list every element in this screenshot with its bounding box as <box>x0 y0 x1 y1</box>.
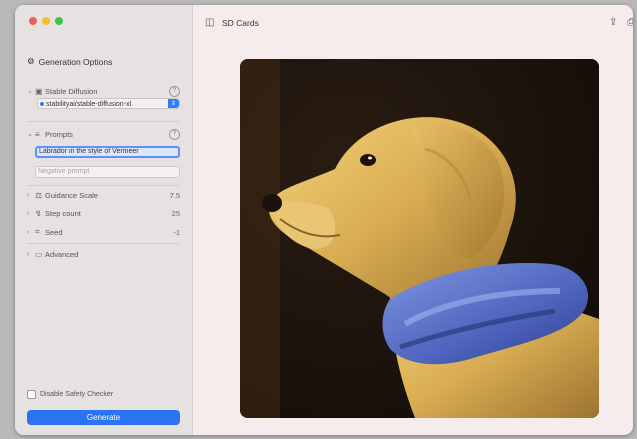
app-window: ⚙ Generation Options ⌄ ▣ Stable Diffusio… <box>15 5 633 435</box>
chevron-right-icon[interactable]: › <box>27 229 35 236</box>
zoom-window-button[interactable] <box>55 17 63 25</box>
advanced-icon: ▭ <box>35 249 43 259</box>
divider <box>27 243 180 244</box>
chevron-right-icon[interactable]: › <box>27 210 35 217</box>
guidance-scale-label: Guidance Scale <box>45 190 98 200</box>
generated-image <box>240 59 599 418</box>
help-icon[interactable]: ? <box>169 128 180 140</box>
model-label: Stable Diffusion <box>45 86 98 96</box>
prompts-disclosure[interactable]: ⌄ ≡ Prompts ? <box>27 128 180 140</box>
guidance-scale-value: 7.5 <box>169 190 180 200</box>
seed-icon: ⌗ <box>35 227 40 236</box>
step-count-row[interactable]: › ↯ Step count 25 <box>27 207 180 219</box>
help-icon[interactable]: ? <box>169 85 180 97</box>
toolbar-title: SD Cards <box>222 18 259 28</box>
generation-options-header: ⚙ Generation Options <box>27 56 112 67</box>
safety-checker-label: Disable Safety Checker <box>40 391 114 398</box>
text-icon: ≡ <box>35 129 40 139</box>
chevron-right-icon[interactable]: › <box>27 192 35 199</box>
close-window-button[interactable] <box>29 17 37 25</box>
model-select[interactable]: stabilityai/stable-diffusion-xl ⇕ <box>37 98 180 109</box>
save-icon[interactable]: ⎙ <box>627 17 633 28</box>
advanced-row[interactable]: › ▭ Advanced <box>27 248 180 260</box>
dog-portrait-image <box>240 59 599 418</box>
divider <box>27 185 180 186</box>
generation-options-title: Generation Options <box>38 56 113 67</box>
generate-button[interactable]: Generate <box>27 410 180 425</box>
seed-label: Seed <box>45 227 63 237</box>
select-arrow-icon[interactable]: ⇕ <box>168 99 179 108</box>
sliders-icon: ⚙ <box>27 56 35 66</box>
model-disclosure[interactable]: ⌄ ▣ Stable Diffusion ? <box>27 85 180 97</box>
step-count-label: Step count <box>45 208 81 218</box>
cube-icon: ▣ <box>35 86 43 96</box>
sidebar: ⚙ Generation Options ⌄ ▣ Stable Diffusio… <box>15 5 193 435</box>
chevron-down-icon[interactable]: ⌄ <box>27 130 35 138</box>
scale-icon: ⚖ <box>35 190 43 200</box>
sidebar-toggle-icon[interactable]: ◫ <box>205 17 214 28</box>
minimize-window-button[interactable] <box>42 17 50 25</box>
guidance-scale-row[interactable]: › ⚖ Guidance Scale 7.5 <box>27 189 180 201</box>
seed-value: -1 <box>173 227 180 237</box>
toolbar: ◫ SD Cards ⇪ ⎙ <box>193 5 633 43</box>
chevron-down-icon[interactable]: ⌄ <box>27 87 35 95</box>
negative-prompt-input[interactable]: Negative prompt <box>35 166 180 178</box>
seed-row[interactable]: › ⌗ Seed -1 <box>27 226 180 238</box>
chevron-right-icon[interactable]: › <box>27 251 35 258</box>
window-controls <box>29 17 63 25</box>
safety-checker-option[interactable]: Disable Safety Checker <box>27 390 113 399</box>
steps-icon: ↯ <box>35 208 42 218</box>
prompts-label: Prompts <box>45 129 73 139</box>
model-select-value: stabilityai/stable-diffusion-xl <box>46 101 132 108</box>
prompt-input[interactable]: Labrador in the style of Vermeer <box>35 146 180 158</box>
advanced-label: Advanced <box>45 249 79 259</box>
step-count-value: 25 <box>171 208 180 218</box>
selected-dot-icon <box>40 102 44 107</box>
safety-checkbox[interactable] <box>27 390 36 399</box>
divider <box>27 121 180 122</box>
share-icon[interactable]: ⇪ <box>609 17 617 28</box>
